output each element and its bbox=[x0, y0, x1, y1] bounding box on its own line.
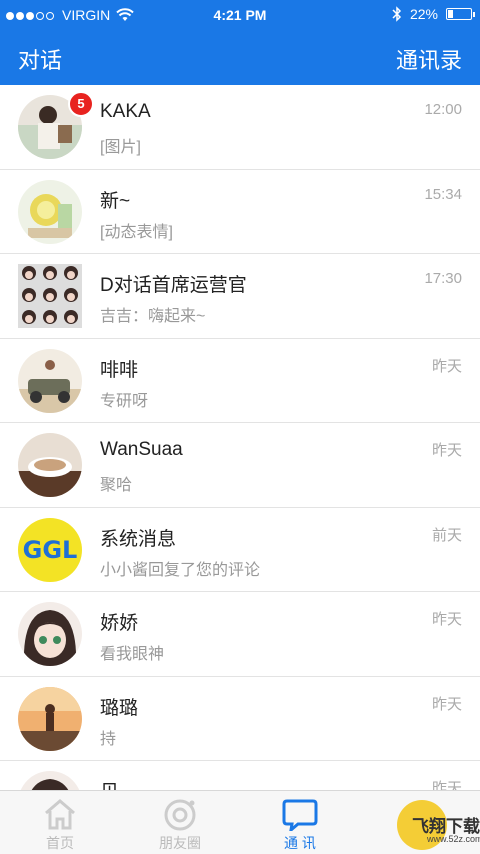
bluetooth-icon bbox=[392, 6, 402, 22]
avatar bbox=[18, 348, 82, 413]
conversation-name: 娇娇 bbox=[100, 613, 139, 634]
conversation-row[interactable]: 娇娇 看我眼神 昨天 bbox=[0, 592, 480, 677]
conversation-row[interactable]: GGL 系统消息 小小酱回复了您的评论 前天 bbox=[0, 507, 480, 592]
conversation-message: 吉吉：嗨起来~ bbox=[100, 308, 206, 325]
conversation-name: 新~ bbox=[100, 190, 131, 212]
conversation-time: 12:00 bbox=[424, 101, 462, 118]
conversation-row[interactable]: 新~ [动态表情] 15:34 bbox=[0, 169, 480, 254]
conversation-row[interactable]: 璐璐 持 昨天 bbox=[0, 676, 480, 761]
tab-home[interactable]: 首页 bbox=[0, 791, 120, 854]
tab-messages-label: 通 讯 bbox=[284, 835, 316, 851]
avatar bbox=[18, 179, 82, 244]
conversation-time: 17:30 bbox=[424, 270, 462, 287]
avatar bbox=[18, 602, 82, 666]
watermark-logo: 飞翔下载 www.52z.com bbox=[397, 800, 480, 850]
tab-moments[interactable]: 朋友圈 bbox=[120, 791, 240, 854]
conversation-time: 15:34 bbox=[424, 185, 462, 203]
conversation-name: KAKA bbox=[100, 101, 151, 122]
conversation-name: WanSuaa bbox=[100, 439, 183, 460]
tab-messages[interactable]: 通 讯 bbox=[240, 791, 360, 854]
tab-home-label: 首页 bbox=[46, 835, 74, 851]
conversation-name: D对话首席运营官 bbox=[100, 275, 247, 296]
status-right: 22% bbox=[392, 6, 475, 22]
conversation-time: 昨天 bbox=[431, 357, 462, 375]
conversation-message: 专研呀 bbox=[100, 392, 149, 410]
avatar bbox=[18, 264, 82, 328]
conversation-time: 昨天 bbox=[431, 611, 462, 628]
battery-icon bbox=[446, 8, 475, 20]
avatar bbox=[18, 433, 82, 497]
conversation-row[interactable]: WanSuaa 聚哈 昨天 bbox=[0, 423, 480, 508]
conversation-message: 持 bbox=[100, 730, 117, 748]
conversation-list: 5 KAKA [图片] 12:00 新~ [动态表情] 15:34 D对话首席运… bbox=[0, 85, 480, 846]
conversation-name: 系统消息 bbox=[100, 528, 177, 550]
conversation-row[interactable]: 5 KAKA [图片] 12:00 bbox=[0, 85, 480, 170]
conversation-time: 昨天 bbox=[431, 695, 462, 713]
conversation-message: 聚哈 bbox=[100, 477, 133, 494]
conversation-message: 小小酱回复了您的评论 bbox=[100, 561, 261, 579]
moments-icon bbox=[164, 799, 196, 831]
page-title: 对话 bbox=[18, 48, 63, 73]
home-icon bbox=[45, 799, 75, 830]
conversation-row[interactable]: D对话首席运营官 吉吉：嗨起来~ 17:30 bbox=[0, 254, 480, 339]
conversation-row[interactable]: 啡啡 专研呀 昨天 bbox=[0, 338, 480, 423]
contacts-button[interactable]: 通讯录 bbox=[396, 43, 462, 75]
conversation-name: 啡啡 bbox=[100, 359, 139, 381]
conversation-name: 璐璐 bbox=[100, 697, 139, 719]
avatar bbox=[18, 686, 82, 751]
watermark-url: www.52z.com bbox=[427, 834, 480, 844]
conversation-message: 看我眼神 bbox=[100, 646, 165, 663]
avatar: GGL bbox=[18, 517, 82, 582]
conversation-message: [图片] bbox=[100, 139, 141, 156]
tab-moments-label: 朋友圈 bbox=[159, 835, 201, 851]
chat-bubble-icon bbox=[282, 799, 318, 831]
conversation-time: 前天 bbox=[431, 526, 462, 544]
nav-bar: 对话 通讯录 bbox=[0, 30, 480, 85]
unread-badge: 5 bbox=[68, 91, 94, 117]
conversation-message: [动态表情] bbox=[100, 223, 173, 241]
ggl-logo: GGL bbox=[22, 535, 78, 564]
conversation-time: 昨天 bbox=[431, 442, 462, 459]
battery-percent: 22% bbox=[409, 6, 438, 22]
status-bar: VIRGIN 4:21 PM 22% bbox=[0, 0, 480, 30]
